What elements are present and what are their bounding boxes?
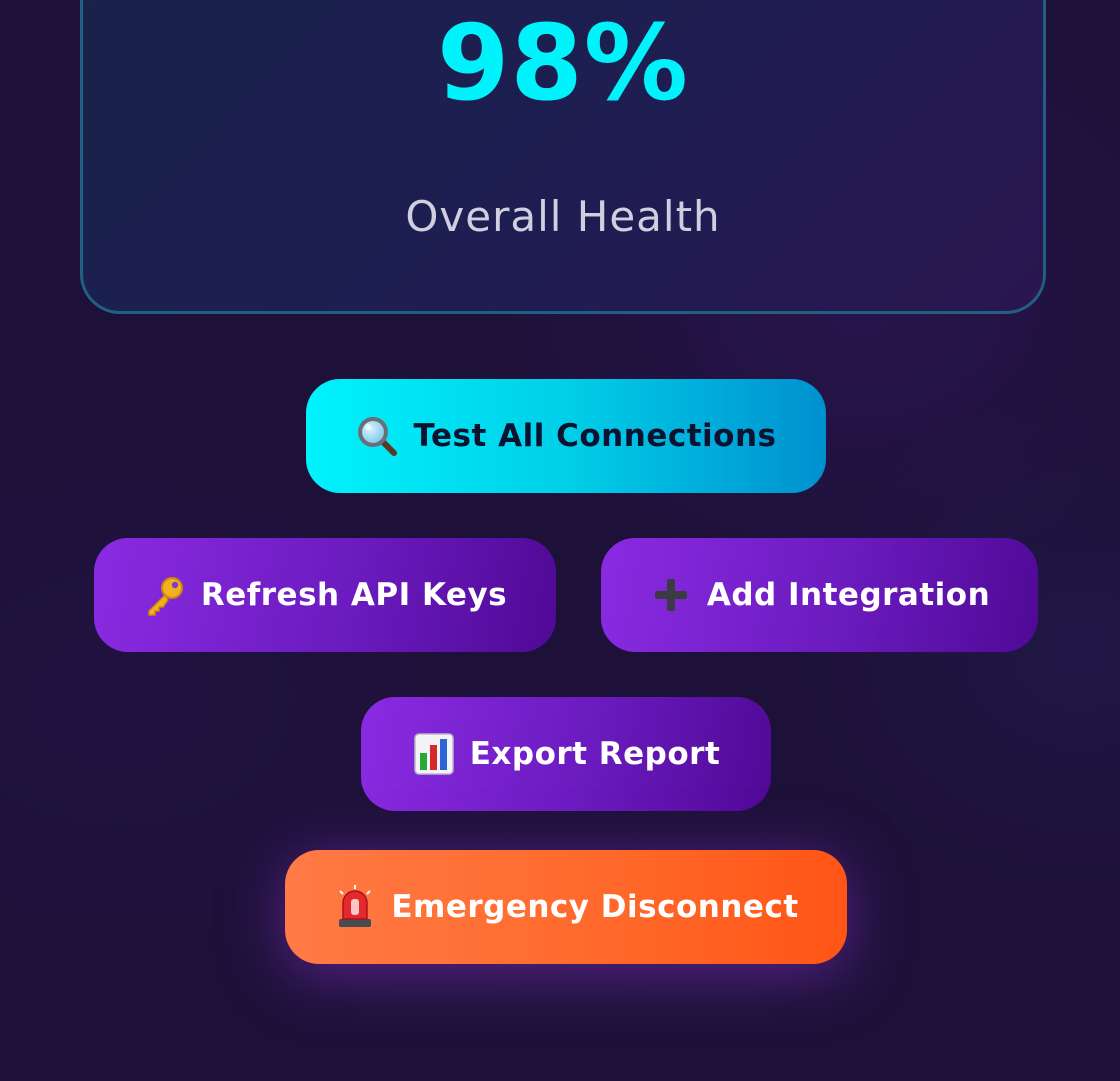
siren-icon [333, 885, 377, 929]
add-integration-button[interactable]: Add Integration [601, 538, 1038, 652]
health-label: Overall Health [405, 192, 721, 241]
export-report-button[interactable]: Export Report [361, 697, 771, 811]
health-percentage: 98% [437, 2, 689, 124]
key-icon [143, 573, 187, 617]
test-all-connections-label: Test All Connections [413, 418, 777, 454]
overall-health-card: 98% Overall Health [80, 0, 1046, 314]
export-report-label: Export Report [469, 736, 721, 772]
add-integration-label: Add Integration [706, 577, 991, 613]
emergency-disconnect-label: Emergency Disconnect [391, 889, 799, 925]
plus-icon [649, 573, 693, 617]
bar-chart-icon [412, 732, 456, 776]
test-all-connections-button[interactable]: Test All Connections [306, 379, 826, 493]
emergency-disconnect-button[interactable]: Emergency Disconnect [285, 850, 847, 964]
refresh-api-keys-label: Refresh API Keys [200, 577, 508, 613]
refresh-api-keys-button[interactable]: Refresh API Keys [94, 538, 556, 652]
magnifying-glass-icon [355, 414, 399, 458]
